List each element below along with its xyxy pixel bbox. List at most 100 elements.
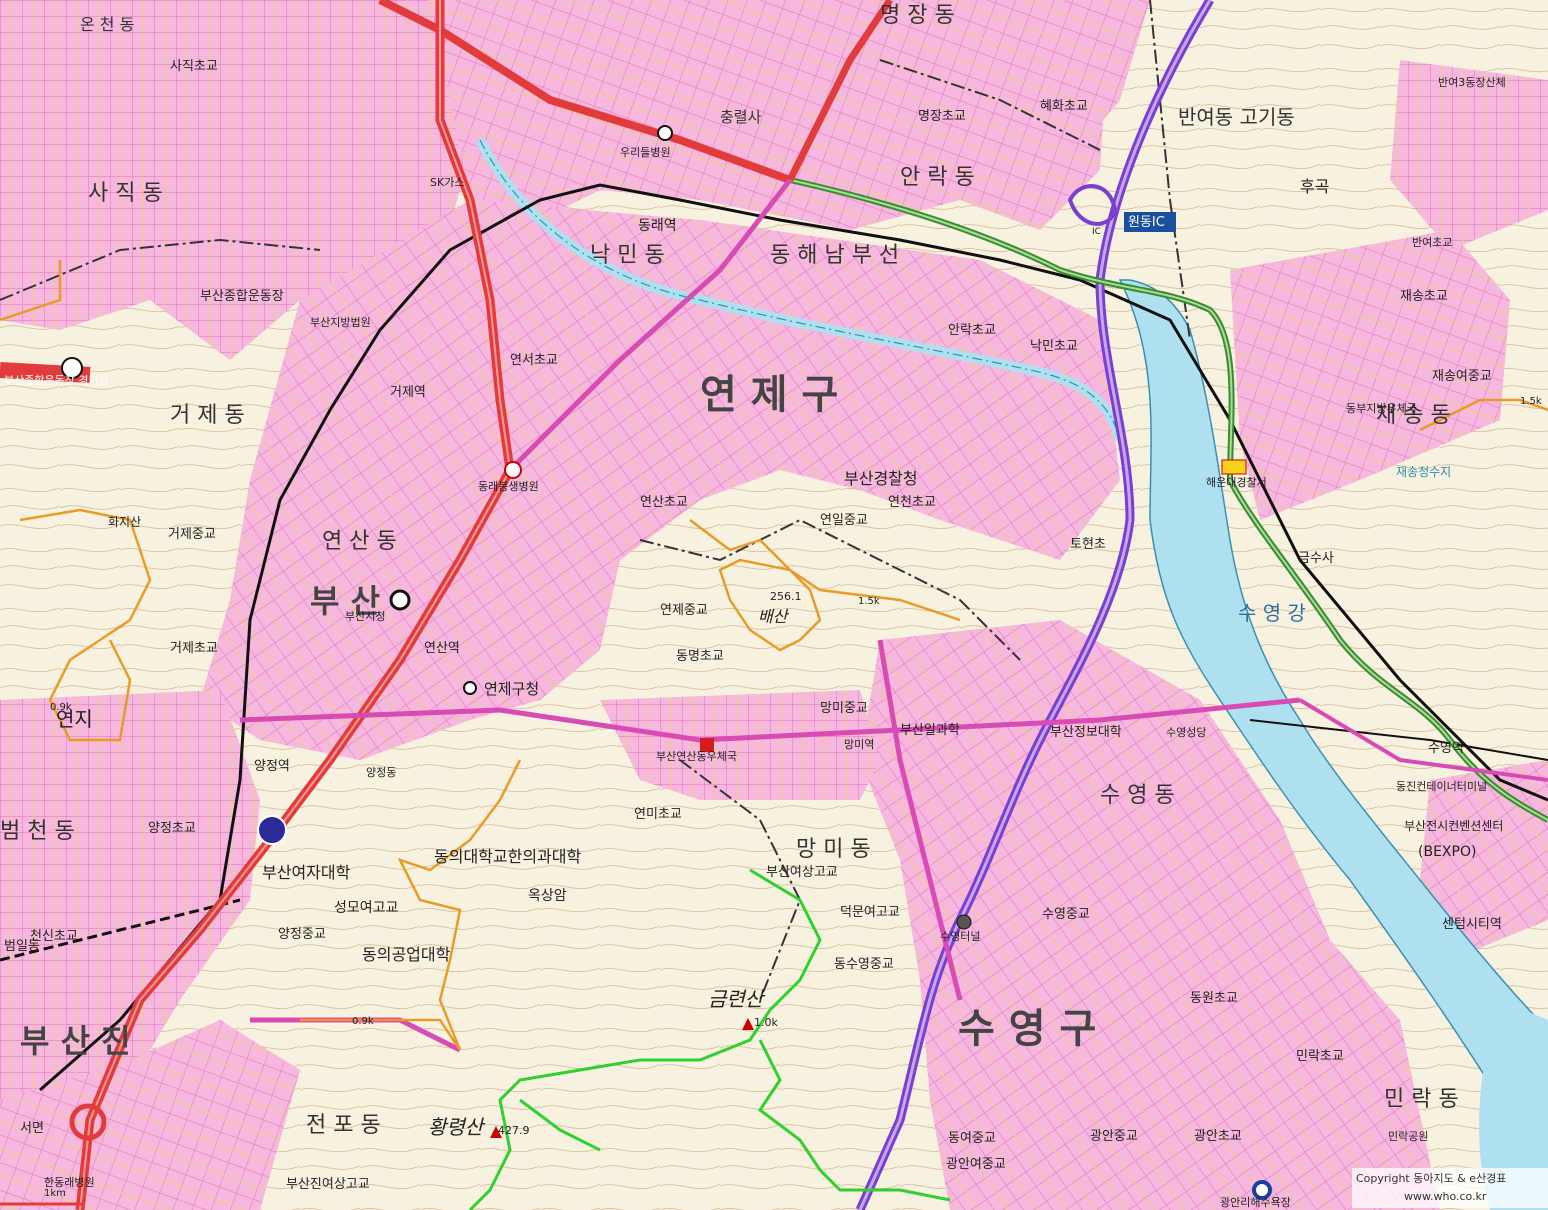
area-label[interactable]: 낙 민 동: [590, 243, 665, 268]
place-label[interactable]: SK가스: [430, 176, 464, 189]
place-label[interactable]: 거제역: [390, 385, 426, 400]
place-label[interactable]: 민락공원: [1388, 1130, 1428, 1143]
school-label[interactable]: 연서초교: [510, 353, 558, 368]
tunnel-marker[interactable]: [956, 914, 972, 930]
place-label[interactable]: 부산종합운동장 경기장: [4, 374, 109, 387]
school-label[interactable]: 수영중교: [1042, 907, 1090, 922]
area-label[interactable]: 전 포 동: [306, 1113, 381, 1138]
school-label[interactable]: 연일중교: [820, 513, 868, 528]
place-label[interactable]: 동진컨테이너터미널: [1396, 780, 1487, 793]
place-label[interactable]: 범일동: [4, 939, 40, 954]
school-label[interactable]: 부산일과학: [900, 723, 960, 738]
area-label[interactable]: 반여동 고기동: [1178, 105, 1295, 129]
place-label[interactable]: 연제구청: [484, 680, 539, 698]
school-label[interactable]: 거제중교: [168, 527, 216, 542]
area-label[interactable]: 거 제 동: [170, 403, 245, 428]
school-label[interactable]: 부산진여상고교: [286, 1177, 370, 1192]
area-label[interactable]: 명 장 동: [880, 3, 955, 28]
school-label[interactable]: 재송여중교: [1432, 369, 1492, 384]
place-label[interactable]: 토현초: [1070, 537, 1106, 552]
area-label[interactable]: 연 산 동: [322, 529, 397, 554]
school-label[interactable]: 안락초교: [948, 323, 996, 338]
place-label[interactable]: 후곡: [1300, 177, 1329, 196]
ic-label[interactable]: 원동IC: [1128, 215, 1165, 230]
gu-office-marker[interactable]: [463, 681, 477, 695]
place-label[interactable]: 부산지방법원: [310, 316, 371, 329]
railway-label[interactable]: 동 해 남 부 선: [770, 243, 899, 268]
police-marker[interactable]: [1221, 459, 1247, 475]
place-label[interactable]: 광안리해수욕장: [1220, 1195, 1291, 1209]
school-label[interactable]: 부산정보대학: [1050, 725, 1122, 740]
school-label[interactable]: 동여중교: [948, 1131, 996, 1146]
area-label[interactable]: 범 천 동: [0, 819, 75, 844]
peak-elevation[interactable]: 256.1: [770, 590, 802, 603]
topographic-map[interactable]: 연 제 구 수 영 구 부 산 진 부 산 거 제 동 연 산 동 망 미 동 …: [0, 0, 1548, 1210]
place-label[interactable]: 부산여자대학: [262, 863, 351, 882]
school-label[interactable]: 망미중교: [820, 701, 868, 716]
school-label[interactable]: 광안초교: [1194, 1129, 1242, 1144]
school-label[interactable]: 연제중교: [660, 603, 708, 618]
school-label[interactable]: 연산초교: [640, 495, 688, 510]
mountain-label[interactable]: 배산: [758, 607, 790, 626]
place-label[interactable]: 동의공업대학: [362, 945, 451, 964]
school-label[interactable]: 낙민초교: [1030, 339, 1078, 354]
city-hall-marker[interactable]: [389, 589, 411, 611]
school-label[interactable]: 부산여상고교: [766, 865, 838, 880]
mountain-label[interactable]: 금련산: [708, 987, 766, 1011]
school-label[interactable]: 재송초교: [1400, 289, 1448, 304]
place-label[interactable]: 금수사: [1298, 551, 1334, 566]
school-label[interactable]: 동수영중교: [834, 957, 894, 972]
place-label[interactable]: 양정동: [366, 766, 396, 779]
school-label[interactable]: 동명초교: [676, 649, 724, 664]
school-label[interactable]: 반여초교: [1412, 236, 1452, 249]
school-label[interactable]: 혜화초교: [1040, 99, 1088, 114]
ic-badge[interactable]: IC: [1092, 227, 1101, 237]
place-label[interactable]: 부산종합운동장: [200, 289, 284, 304]
area-label[interactable]: 온 천 동: [80, 15, 134, 34]
place-label[interactable]: 부산전시컨벤션센터: [1404, 819, 1503, 833]
place-label[interactable]: 수영성당: [1166, 726, 1206, 739]
school-label[interactable]: 광안중교: [1090, 1129, 1138, 1144]
place-label[interactable]: 수영터널: [940, 930, 980, 943]
mountain-label[interactable]: 황령산: [428, 1115, 486, 1139]
place-label[interactable]: 화지산: [108, 515, 141, 529]
place-label[interactable]: 부산연산동우체국: [656, 750, 737, 763]
area-label[interactable]: 망 미 동: [796, 837, 871, 862]
school-label[interactable]: 광안여중교: [946, 1157, 1006, 1172]
peak-elevation[interactable]: 427.9: [498, 1124, 530, 1137]
place-label[interactable]: 재송정수지: [1396, 465, 1451, 479]
place-label[interactable]: 반여3동장산체: [1438, 76, 1506, 89]
subway-station-marker[interactable]: [257, 815, 287, 845]
area-label[interactable]: 사 직 동: [88, 181, 163, 206]
school-label[interactable]: 연미초교: [634, 807, 682, 822]
place-label[interactable]: 우리들병원: [620, 146, 671, 159]
place-label[interactable]: 동래봉생병원: [478, 480, 539, 493]
place-label[interactable]: 옥상암: [528, 888, 567, 904]
school-label[interactable]: 덕문여고교: [840, 905, 900, 920]
peak-elevation[interactable]: 1.0k: [754, 1016, 778, 1029]
place-label[interactable]: 동부지방우체국: [1346, 402, 1417, 415]
school-label[interactable]: 양정중교: [278, 927, 326, 942]
place-label[interactable]: 연산역: [424, 641, 460, 656]
area-label[interactable]: 수 영 동: [1100, 783, 1175, 808]
hospital-marker[interactable]: [657, 125, 673, 141]
school-label[interactable]: 사직초교: [170, 59, 218, 74]
place-label[interactable]: 양정역: [254, 759, 290, 774]
place-label[interactable]: 망미역: [844, 738, 874, 751]
area-label[interactable]: 연 제 구: [700, 372, 838, 418]
area-label[interactable]: 수 영 구: [958, 1006, 1096, 1052]
river-label[interactable]: 수 영 강: [1238, 601, 1306, 625]
place-label[interactable]: 충렬사: [720, 108, 762, 126]
area-label[interactable]: 민 락 동: [1384, 1087, 1459, 1112]
school-label[interactable]: 동원초교: [1190, 991, 1238, 1006]
area-label[interactable]: 안 락 동: [900, 165, 975, 190]
place-label[interactable]: 수영역: [1428, 741, 1464, 756]
place-label[interactable]: 성모여고교: [334, 900, 399, 916]
place-label[interactable]: (BEXPO): [1418, 844, 1476, 860]
hospital-marker[interactable]: [504, 461, 522, 479]
place-label[interactable]: 동래역: [638, 218, 677, 234]
school-label[interactable]: 민락초교: [1296, 1049, 1344, 1064]
place-label[interactable]: 부산시청: [345, 610, 385, 623]
place-label[interactable]: 서면: [20, 1121, 44, 1136]
place-label[interactable]: 센텀시티역: [1442, 917, 1502, 932]
